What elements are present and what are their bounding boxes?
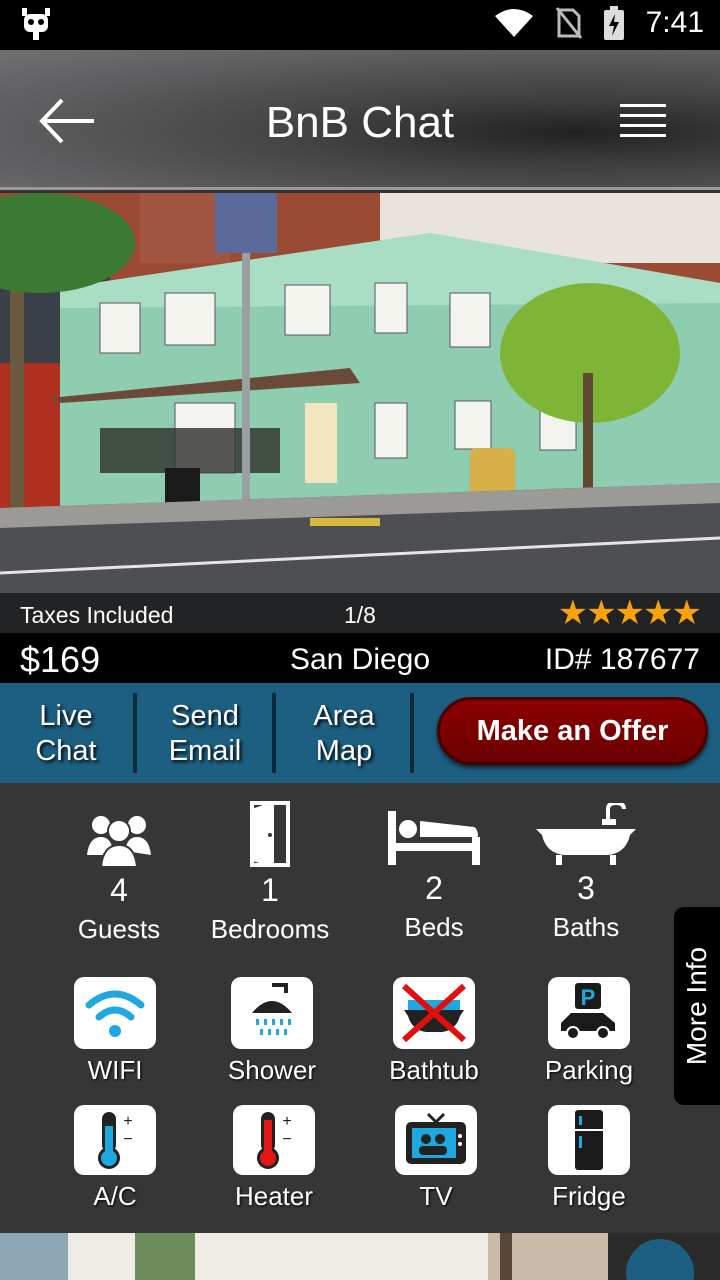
ac-label: A/C	[93, 1181, 137, 1211]
more-info-tab[interactable]: More Info	[674, 907, 720, 1105]
stat-guests: 4 Guests	[44, 811, 194, 944]
rating-stars: ★★★★★	[557, 594, 702, 632]
action-divider	[410, 693, 414, 773]
amenity-fridge: Fridge	[514, 1105, 664, 1212]
details-panel: 4 Guests 1 Bedrooms 2 Beds 3 Baths WIFI …	[0, 783, 720, 1233]
amenity-ac: + − A/C	[40, 1105, 190, 1212]
stat-bedrooms: 1 Bedrooms	[195, 801, 345, 944]
stat-beds: 2 Beds	[359, 807, 509, 942]
fridge-icon	[575, 1110, 603, 1170]
bedrooms-label: Bedrooms	[210, 914, 330, 944]
heater-label: Heater	[234, 1181, 314, 1211]
live-chat-button[interactable]: Live Chat	[6, 699, 126, 769]
parking-icon: P	[561, 983, 615, 1040]
action-divider	[133, 693, 137, 773]
photo-caption-bar: Taxes Included 1/8 ★★★★★	[0, 593, 720, 633]
shower-label: Shower	[227, 1055, 317, 1085]
bed-icon	[388, 811, 480, 865]
status-bar: 7:41	[0, 0, 720, 50]
app-bar: BnB Chat	[0, 50, 720, 190]
no-sim-icon	[555, 7, 582, 39]
baths-label: Baths	[552, 912, 620, 942]
amenity-shower: Shower	[197, 977, 347, 1086]
action-bar: Live Chat Send Email Area Map Make an Of…	[0, 683, 720, 783]
battery-charging-icon	[603, 6, 624, 40]
shower-icon	[252, 983, 292, 1035]
svg-text:−: −	[123, 1131, 132, 1148]
svg-text:+: +	[282, 1113, 291, 1130]
heater-thermometer-icon: + −	[257, 1112, 292, 1169]
building-photo-image	[0, 193, 720, 633]
fridge-label: Fridge	[552, 1181, 626, 1211]
price-bar: $169 San Diego ID# 187677	[0, 633, 720, 683]
amenity-heater: + − Heater	[199, 1105, 349, 1212]
svg-text:+: +	[123, 1113, 132, 1130]
amenity-wifi: WIFI	[40, 977, 190, 1086]
app-title: BnB Chat	[265, 98, 455, 147]
door-icon	[250, 801, 290, 867]
svg-text:P: P	[581, 985, 596, 1010]
svg-text:−: −	[282, 1131, 291, 1148]
thumbnail-images	[0, 1233, 720, 1280]
area-map-button[interactable]: Area Map	[284, 699, 404, 769]
tv-icon	[406, 1112, 466, 1164]
cyanogen-robot-icon	[22, 8, 50, 40]
guests-label: Guests	[77, 914, 161, 944]
listing-photo[interactable]	[0, 193, 720, 633]
beds-count: 2	[425, 870, 443, 906]
listing-id-label: ID# 187677	[544, 643, 700, 676]
amenity-tv: TV	[361, 1105, 511, 1212]
thumbnail-strip[interactable]	[0, 1233, 720, 1280]
hamburger-menu-icon[interactable]	[620, 102, 666, 138]
wifi-label: WIFI	[87, 1055, 143, 1085]
guests-icon	[87, 816, 151, 868]
wifi-icon	[85, 990, 145, 1037]
clock: 7:41	[645, 6, 704, 39]
guests-count: 4	[110, 872, 128, 908]
amenity-parking: P Parking	[514, 977, 664, 1086]
beds-label: Beds	[404, 912, 464, 942]
no-bathtub-icon	[401, 983, 467, 1043]
cool-thermometer-icon: + −	[98, 1112, 133, 1169]
action-divider	[272, 693, 276, 773]
parking-label: Parking	[544, 1055, 634, 1085]
bathtub-icon	[536, 800, 636, 865]
bedrooms-count: 1	[261, 872, 279, 908]
tv-label: TV	[419, 1181, 453, 1211]
bathtub-label: Bathtub	[389, 1055, 479, 1085]
amenity-bathtub: Bathtub	[359, 977, 509, 1086]
make-offer-button[interactable]: Make an Offer	[437, 697, 708, 765]
wifi-icon	[494, 9, 533, 37]
send-email-button[interactable]: Send Email	[145, 699, 265, 769]
baths-count: 3	[577, 870, 595, 906]
stat-baths: 3 Baths	[511, 800, 661, 942]
more-info-label: More Info	[681, 946, 712, 1066]
